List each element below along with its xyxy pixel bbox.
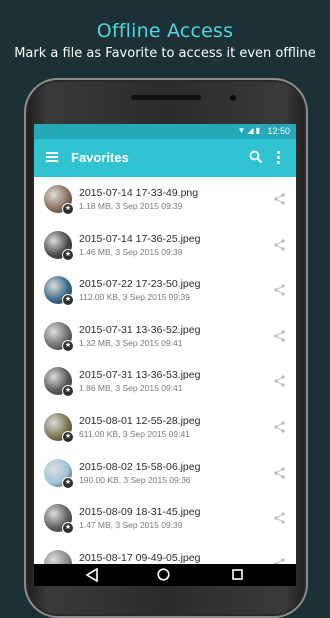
file-name: 2015-08-02 15-58-06.jpeg <box>79 461 200 473</box>
file-row[interactable]: ★ 2015-07-14 17-33-49.png 1.18 MB, 3 Sep 2… <box>34 177 296 223</box>
file-name: 2015-08-17 09-49-05.jpeg <box>79 552 200 564</box>
recent-apps-icon[interactable] <box>232 569 243 580</box>
favorite-star-icon: ★ <box>62 340 74 352</box>
status-time: 12:50 <box>267 126 290 136</box>
app-screen: ▼◢▮ 12:50 Favorites ★ 2015-07-14 17-33-49… <box>34 124 296 564</box>
share-icon[interactable] <box>274 375 285 387</box>
favorite-star-icon: ★ <box>62 477 74 489</box>
file-name: 2015-07-22 17-23-50.jpeg <box>79 278 200 290</box>
favorite-star-icon: ★ <box>62 203 74 215</box>
favorite-star-icon: ★ <box>62 385 74 397</box>
share-icon[interactable] <box>274 330 285 342</box>
file-row[interactable]: ★ 2015-07-31 13-36-52.jpeg 1.32 MB, 3 Sep … <box>34 314 296 360</box>
file-row[interactable]: ★ 2015-07-31 13-36-53.jpeg 1.86 MB, 3 Sep … <box>34 359 296 405</box>
file-meta: 1.18 MB, 3 Sep 2015 09:39 <box>79 201 183 211</box>
phone-speaker <box>131 95 201 100</box>
promo-title: Offline Access <box>0 20 330 42</box>
status-bar: ▼◢▮ 12:50 <box>34 124 296 139</box>
back-icon[interactable] <box>86 568 99 582</box>
nav-bar <box>34 564 296 586</box>
file-meta: 1.47 MB, 3 Sep 2015 09:39 <box>79 520 183 530</box>
file-meta: 611.00 KB, 3 Sep 2015 09:41 <box>79 429 190 439</box>
share-icon[interactable] <box>274 512 285 524</box>
file-row[interactable]: ★ 2015-08-02 15-58-06.jpeg 190.00 KB, 3 Se… <box>34 451 296 497</box>
file-row[interactable]: ★ 2015-07-22 17-23-50.jpeg 112.00 KB, 3 Se… <box>34 268 296 314</box>
favorite-star-icon: ★ <box>62 522 74 534</box>
status-icons: ▼◢▮ <box>238 126 262 135</box>
favorite-star-icon: ★ <box>62 294 74 306</box>
file-name: 2015-07-14 17-36-25.jpeg <box>79 233 200 245</box>
home-icon[interactable] <box>157 568 170 581</box>
file-name: 2015-08-09 18-31-45.jpeg <box>79 506 200 518</box>
file-thumbnail <box>44 550 72 564</box>
file-row[interactable]: ★2015-08-17 09-49-05.jpeg <box>34 542 296 564</box>
favorite-star-icon: ★ <box>62 431 74 443</box>
file-name: 2015-08-01 12-55-28.jpeg <box>79 415 200 427</box>
favorite-star-icon: ★ <box>62 249 74 261</box>
file-meta: 112.00 KB, 3 Sep 2015 09:39 <box>79 292 190 302</box>
file-meta: 1.86 MB, 3 Sep 2015 09:41 <box>79 383 183 393</box>
favorites-list: ★ 2015-07-14 17-33-49.png 1.18 MB, 3 Sep 2… <box>34 177 296 564</box>
file-name: 2015-07-31 13-36-53.jpeg <box>79 369 200 381</box>
share-icon[interactable] <box>274 467 285 479</box>
app-bar: Favorites <box>34 139 296 177</box>
share-icon[interactable] <box>274 239 285 251</box>
promo-subtitle: Mark a file as Favorite to access it eve… <box>0 46 330 61</box>
file-row[interactable]: ★ 2015-08-01 12-55-28.jpeg 611.00 KB, 3 Se… <box>34 405 296 451</box>
more-icon[interactable] <box>277 151 281 165</box>
file-name: 2015-07-14 17-33-49.png <box>79 187 198 199</box>
page-title: Favorites <box>71 150 129 165</box>
share-icon[interactable] <box>274 284 285 296</box>
file-meta: 1.46 MB, 3 Sep 2015 09:39 <box>79 247 183 257</box>
share-icon[interactable] <box>274 193 285 205</box>
file-row[interactable]: ★ 2015-07-14 17-36-25.jpeg 1.46 MB, 3 Sep … <box>34 223 296 269</box>
share-icon[interactable] <box>274 421 285 433</box>
menu-icon[interactable] <box>46 152 58 162</box>
search-icon[interactable] <box>249 150 263 164</box>
file-meta: 1.32 MB, 3 Sep 2015 09:41 <box>79 338 183 348</box>
file-meta: 190.00 KB, 3 Sep 2015 09:36 <box>79 475 191 485</box>
phone-camera <box>230 95 236 101</box>
file-row[interactable]: ★ 2015-08-09 18-31-45.jpeg 1.47 MB, 3 Sep … <box>34 496 296 542</box>
file-name: 2015-07-31 13-36-52.jpeg <box>79 324 200 336</box>
